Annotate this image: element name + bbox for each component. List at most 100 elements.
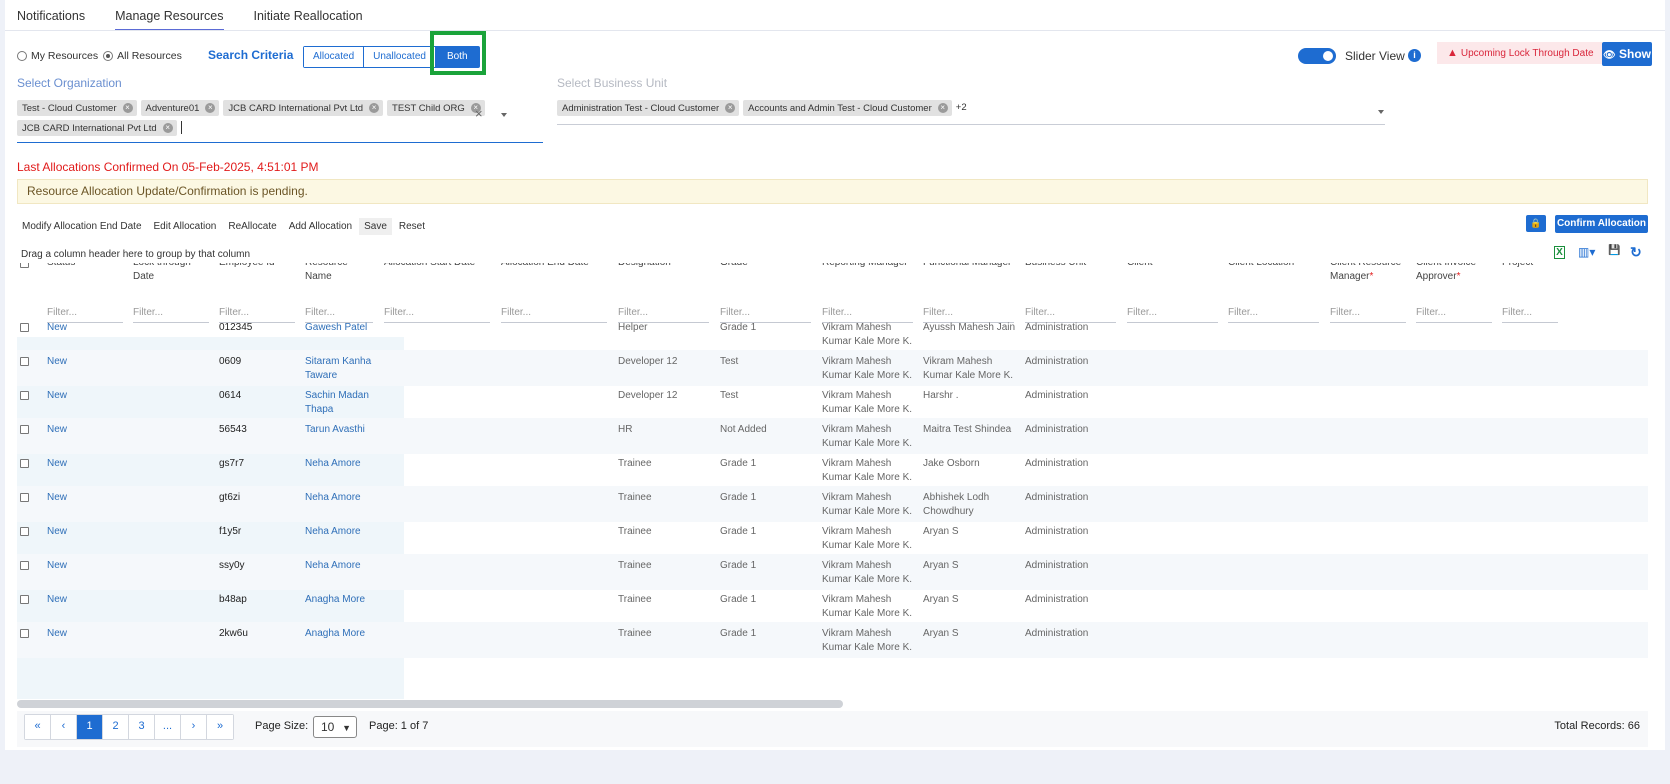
table-cell[interactable]: Sachin Madan Thapa xyxy=(305,389,377,417)
table-cell[interactable]: Anagha More xyxy=(305,627,377,641)
add-allocation-button[interactable]: Add Allocation xyxy=(284,218,357,235)
row-checkbox[interactable] xyxy=(20,323,29,332)
column-header[interactable]: Grade xyxy=(720,263,815,270)
table-cell[interactable]: New xyxy=(47,627,127,641)
chevron-down-icon[interactable] xyxy=(1378,110,1384,114)
chip-remove-icon[interactable]: × xyxy=(937,103,948,113)
horizontal-scrollbar[interactable] xyxy=(17,700,843,708)
edit-allocation-button[interactable]: Edit Allocation xyxy=(149,218,222,235)
row-checkbox[interactable] xyxy=(20,527,29,536)
column-header[interactable]: Project* xyxy=(1502,263,1562,270)
table-cell[interactable]: Tarun Avasthi xyxy=(305,423,377,437)
radio-all-resources[interactable]: All Resources xyxy=(103,50,182,62)
table-cell[interactable]: New xyxy=(47,559,127,573)
table-row[interactable]: New 2kw6u Anagha More Trainee Grade 1 Vikram … xyxy=(17,622,1648,658)
page-button-1[interactable]: 1 xyxy=(77,715,103,739)
radio-circle[interactable] xyxy=(17,51,27,61)
table-row[interactable]: New ssy0y Neha Amore Trainee Grade 1 Vikram M… xyxy=(17,554,1648,590)
table-cell[interactable]: Sitaram Kanha Taware xyxy=(305,355,377,383)
reallocate-button[interactable]: ReAllocate xyxy=(223,218,281,235)
show-button[interactable]: 👁 Show xyxy=(1602,42,1652,66)
reset-button[interactable]: Reset xyxy=(394,218,430,235)
column-header[interactable]: Lock through Date xyxy=(133,263,213,284)
chip-remove-icon[interactable]: × xyxy=(205,103,216,113)
clear-icon[interactable]: × xyxy=(475,106,483,121)
chip-remove-icon[interactable]: × xyxy=(725,103,736,113)
table-cell[interactable]: New xyxy=(47,321,127,335)
table-cell[interactable]: Neha Amore xyxy=(305,491,377,505)
radio-my-resources[interactable]: My Resources xyxy=(17,50,98,62)
save-layout-icon[interactable]: 💾 xyxy=(1608,245,1620,256)
table-cell[interactable]: New xyxy=(47,389,127,403)
first-page-button[interactable]: « xyxy=(25,715,51,739)
business-unit-multiselect[interactable]: Administration Test - Cloud Customer × Ac… xyxy=(557,100,1385,125)
table-cell[interactable]: New xyxy=(47,423,127,437)
tab-initiate-reallocation[interactable]: Initiate Reallocation xyxy=(254,0,363,31)
column-header[interactable]: Client* xyxy=(1127,263,1222,270)
column-header[interactable]: Client Invoice Approver* xyxy=(1416,263,1496,284)
page-button-3[interactable]: 3 xyxy=(129,715,155,739)
column-header[interactable]: Resource Name xyxy=(305,263,377,284)
radio-circle[interactable] xyxy=(103,51,114,61)
modify-end-date-button[interactable]: Modify Allocation End Date xyxy=(17,218,147,235)
table-cell[interactable]: New xyxy=(47,525,127,539)
tab-notifications[interactable]: Notifications xyxy=(17,0,85,31)
confirm-allocation-button[interactable]: Confirm Allocation xyxy=(1555,215,1648,233)
table-cell[interactable]: New xyxy=(47,491,127,505)
column-header[interactable]: Employee Id xyxy=(219,263,299,270)
tab-manage-resources[interactable]: Manage Resources xyxy=(115,0,224,31)
slider-view-toggle[interactable] xyxy=(1298,48,1336,64)
column-header[interactable]: Client Resource Manager* xyxy=(1330,263,1410,284)
row-checkbox[interactable] xyxy=(20,459,29,468)
row-checkbox[interactable] xyxy=(20,595,29,604)
table-row[interactable]: New gt6zi Neha Amore Trainee Grade 1 Vikram M… xyxy=(17,486,1648,522)
row-checkbox[interactable] xyxy=(20,357,29,366)
column-header[interactable]: Status xyxy=(47,263,127,270)
table-cell[interactable]: Neha Amore xyxy=(305,559,377,573)
page-button-2[interactable]: 2 xyxy=(103,715,129,739)
table-cell[interactable]: Neha Amore xyxy=(305,457,377,471)
select-all-checkbox[interactable] xyxy=(20,263,29,268)
excel-export-icon[interactable]: X xyxy=(1554,246,1565,259)
table-cell[interactable]: New xyxy=(47,593,127,607)
chip-remove-icon[interactable]: × xyxy=(369,103,380,113)
prev-page-button[interactable]: ‹ xyxy=(51,715,77,739)
last-page-button[interactable]: » xyxy=(207,715,233,739)
row-checkbox[interactable] xyxy=(20,391,29,400)
column-chooser-icon[interactable]: ▥▾ xyxy=(1578,245,1595,259)
chip-remove-icon[interactable]: × xyxy=(122,103,133,113)
table-cell[interactable]: New xyxy=(47,355,127,369)
column-header[interactable]: Designation xyxy=(618,263,713,270)
table-row[interactable]: New 56543 Tarun Avasthi HR Not Added Vikram M… xyxy=(17,418,1648,454)
upcoming-lock-badge[interactable]: ▲ Upcoming Lock Through Date xyxy=(1437,42,1602,64)
refresh-icon[interactable]: ↻ xyxy=(1630,244,1642,261)
column-header[interactable]: Reporting Manager xyxy=(822,263,917,270)
row-checkbox[interactable] xyxy=(20,561,29,570)
column-header[interactable]: Allocation End Date* xyxy=(501,263,611,270)
lock-icon[interactable]: 🔒 xyxy=(1526,215,1546,232)
chip-remove-icon[interactable]: × xyxy=(162,123,173,133)
table-row[interactable]: New gs7r7 Neha Amore Trainee Grade 1 Vikram M… xyxy=(17,452,1648,488)
more-pages-button[interactable]: ... xyxy=(155,715,181,739)
column-header[interactable]: Allocation Start Date* xyxy=(384,263,494,270)
info-icon[interactable]: i xyxy=(1408,49,1421,62)
table-row[interactable]: New 0614 Sachin Madan Thapa Developer 12 Tes… xyxy=(17,384,1648,420)
table-cell[interactable]: Gawesh Patel xyxy=(305,321,377,335)
column-header[interactable]: Business Unit xyxy=(1025,263,1120,270)
row-checkbox[interactable] xyxy=(20,425,29,434)
save-button[interactable]: Save xyxy=(359,218,392,235)
row-checkbox[interactable] xyxy=(20,493,29,502)
table-row[interactable]: New 012345 Gawesh Patel Helper Grade 1 Vikram… xyxy=(17,316,1648,352)
table-row[interactable]: New b48ap Anagha More Trainee Grade 1 Vikram … xyxy=(17,588,1648,624)
table-cell[interactable]: Anagha More xyxy=(305,593,377,607)
table-cell[interactable]: New xyxy=(47,457,127,471)
next-page-button[interactable]: › xyxy=(181,715,207,739)
table-row[interactable]: New f1y5r Neha Amore Trainee Grade 1 Vikram M… xyxy=(17,520,1648,556)
page-size-select[interactable]: 10 ▼ xyxy=(313,716,357,738)
table-row[interactable]: New 0609 Sitaram Kanha Taware Developer 12 T… xyxy=(17,350,1648,386)
table-cell[interactable]: Neha Amore xyxy=(305,525,377,539)
seg-unallocated[interactable]: Unallocated xyxy=(364,47,436,67)
row-checkbox[interactable] xyxy=(20,629,29,638)
seg-allocated[interactable]: Allocated xyxy=(304,47,365,67)
organization-multiselect[interactable]: Test - Cloud Customer × Adventure01 × JCB … xyxy=(17,100,543,143)
